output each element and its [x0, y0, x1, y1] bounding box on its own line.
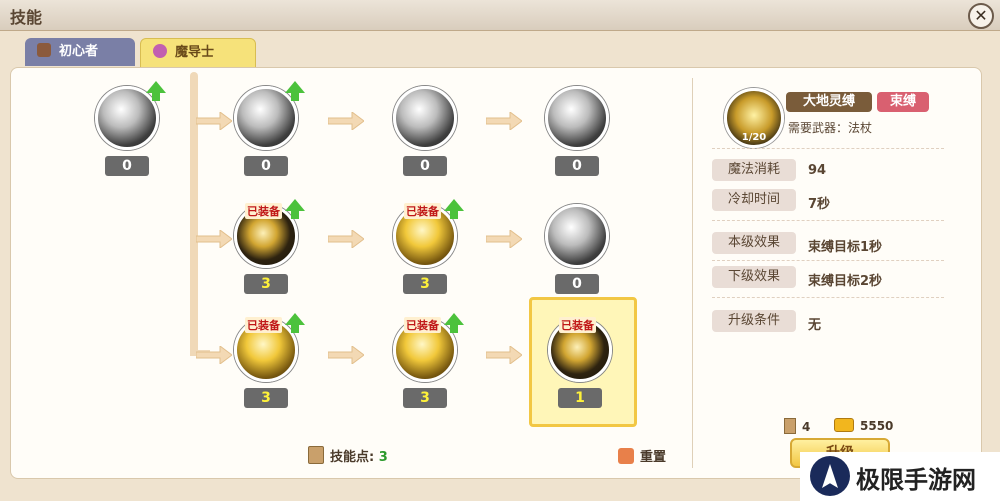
- novice-class-icon: [37, 43, 51, 57]
- close-icon[interactable]: ✕: [968, 3, 994, 29]
- water-drop-skill-icon[interactable]: [393, 86, 457, 150]
- dark-orb-skill-icon[interactable]: 已装备: [234, 199, 305, 268]
- reset-icon: [618, 448, 634, 464]
- crystal-shard-skill-icon[interactable]: [234, 81, 305, 150]
- skill-window: 技能 ✕ 初心者 魔导士 0 0 0 0 已装备 3 已装备 3 0 已装备 3…: [0, 0, 1000, 501]
- skill-level-cap: 1/20: [741, 132, 767, 143]
- gold-count: 5550: [834, 418, 893, 433]
- divider: [712, 297, 944, 298]
- reset-label: 重置: [640, 450, 667, 465]
- upgrade-arrow-icon[interactable]: [146, 81, 166, 101]
- upgrade-arrow-icon[interactable]: [285, 199, 305, 219]
- mana-cost-value: 94: [808, 163, 827, 178]
- skill-level: 3: [403, 388, 447, 408]
- arrow-right-icon: [486, 230, 522, 248]
- arrow-right-icon: [196, 230, 232, 248]
- upgrade-requirement-label: 升级条件: [712, 310, 796, 332]
- watermark-text: 极限手游网: [856, 465, 976, 494]
- light-pillar-skill-icon[interactable]: [545, 86, 609, 150]
- equipped-badge: 已装备: [559, 317, 596, 333]
- equipped-badge: 已装备: [245, 317, 282, 333]
- upgrade-arrow-icon[interactable]: [285, 81, 305, 101]
- title-bar: 技能 ✕: [0, 0, 1000, 31]
- window-title: 技能: [10, 8, 43, 27]
- upgrade-requirement-value: 无: [808, 318, 822, 333]
- arrow-right-icon: [486, 112, 522, 130]
- arrow-right-icon: [328, 230, 364, 248]
- tab-novice-label: 初心者: [59, 44, 99, 59]
- equipped-badge: 已装备: [404, 203, 441, 219]
- tab-mage[interactable]: 魔导士: [140, 38, 256, 68]
- current-effect-value: 束缚目标1秒: [808, 240, 883, 255]
- skill-row1-3[interactable]: 0: [540, 86, 614, 176]
- crystal-bloom-skill-icon[interactable]: 已装备: [393, 313, 464, 382]
- skill-level: 3: [403, 274, 447, 294]
- cooldown-value: 7秒: [808, 197, 831, 212]
- upgrade-arrow-icon[interactable]: [444, 313, 464, 333]
- divider: [712, 220, 944, 221]
- skill-level: 3: [244, 274, 288, 294]
- skill-row2-1[interactable]: 已装备 3: [229, 199, 305, 294]
- skill-row2-2[interactable]: 已装备 3: [388, 199, 464, 294]
- divider: [712, 148, 944, 149]
- skill-row3-2[interactable]: 已装备 3: [388, 313, 464, 408]
- tab-novice[interactable]: 初心者: [25, 38, 135, 66]
- skill-row2-3[interactable]: 0: [540, 204, 614, 294]
- arrow-right-icon: [328, 346, 364, 364]
- panel-divider: [692, 78, 693, 468]
- required-weapon: 需要武器：法杖: [788, 121, 873, 135]
- tab-mage-label: 魔导士: [175, 45, 215, 60]
- arrow-right-icon: [486, 346, 522, 364]
- arrow-right-icon: [196, 346, 232, 364]
- light-burst-skill-icon[interactable]: 已装备: [393, 199, 464, 268]
- gold-value: 5550: [860, 419, 894, 433]
- skill-row3-1[interactable]: 已装备 3: [229, 313, 305, 408]
- lightning-skill-icon[interactable]: [545, 204, 609, 268]
- book-icon: [784, 418, 796, 434]
- skill-level: 0: [105, 156, 149, 176]
- current-effect-label: 本级效果: [712, 232, 796, 254]
- skill-book-count: 4: [784, 418, 810, 434]
- reset-button[interactable]: 重置: [618, 446, 666, 465]
- skill-root[interactable]: 0: [90, 81, 166, 176]
- skill-level: 0: [244, 156, 288, 176]
- skill-row1-2[interactable]: 0: [388, 86, 462, 176]
- whirlwind-skill-icon[interactable]: [95, 81, 166, 150]
- next-effect-label: 下级效果: [712, 266, 796, 288]
- equipped-badge: 已装备: [404, 317, 441, 333]
- arrow-right-icon: [328, 112, 364, 130]
- upgrade-arrow-icon[interactable]: [285, 313, 305, 333]
- skill-name: 大地灵缚: [786, 92, 872, 112]
- skill-level: 0: [555, 156, 599, 176]
- skill-level: 0: [403, 156, 447, 176]
- gold-coin-icon: [834, 418, 854, 432]
- mana-cost-label: 魔法消耗: [712, 159, 796, 181]
- skill-points: 技能点: 3: [308, 446, 388, 465]
- cooldown-label: 冷却时间: [712, 189, 796, 211]
- earth-bind-skill-icon[interactable]: 已装备: [548, 317, 612, 382]
- skill-book-icon: [308, 446, 324, 464]
- skill-level: 1: [558, 388, 602, 408]
- earth-spike-skill-icon[interactable]: 已装备: [234, 313, 305, 382]
- mage-class-icon: [153, 44, 167, 58]
- skill-row1-1[interactable]: 0: [229, 81, 305, 176]
- book-count-value: 4: [802, 420, 811, 434]
- next-effect-value: 束缚目标2秒: [808, 274, 883, 289]
- equipped-badge: 已装备: [245, 203, 282, 219]
- skill-level: 0: [555, 274, 599, 294]
- skill-points-label: 技能点:: [330, 450, 375, 465]
- arrow-right-icon: [196, 112, 232, 130]
- upgrade-arrow-icon[interactable]: [444, 199, 464, 219]
- divider: [712, 260, 944, 261]
- skill-type-badge: 束缚: [877, 92, 929, 112]
- skill-points-value: 3: [378, 450, 388, 465]
- site-logo-icon: [810, 456, 850, 496]
- skill-level: 3: [244, 388, 288, 408]
- selected-skill-icon: 1/20: [724, 88, 784, 148]
- skill-row3-3[interactable]: 已装备 1: [543, 317, 617, 408]
